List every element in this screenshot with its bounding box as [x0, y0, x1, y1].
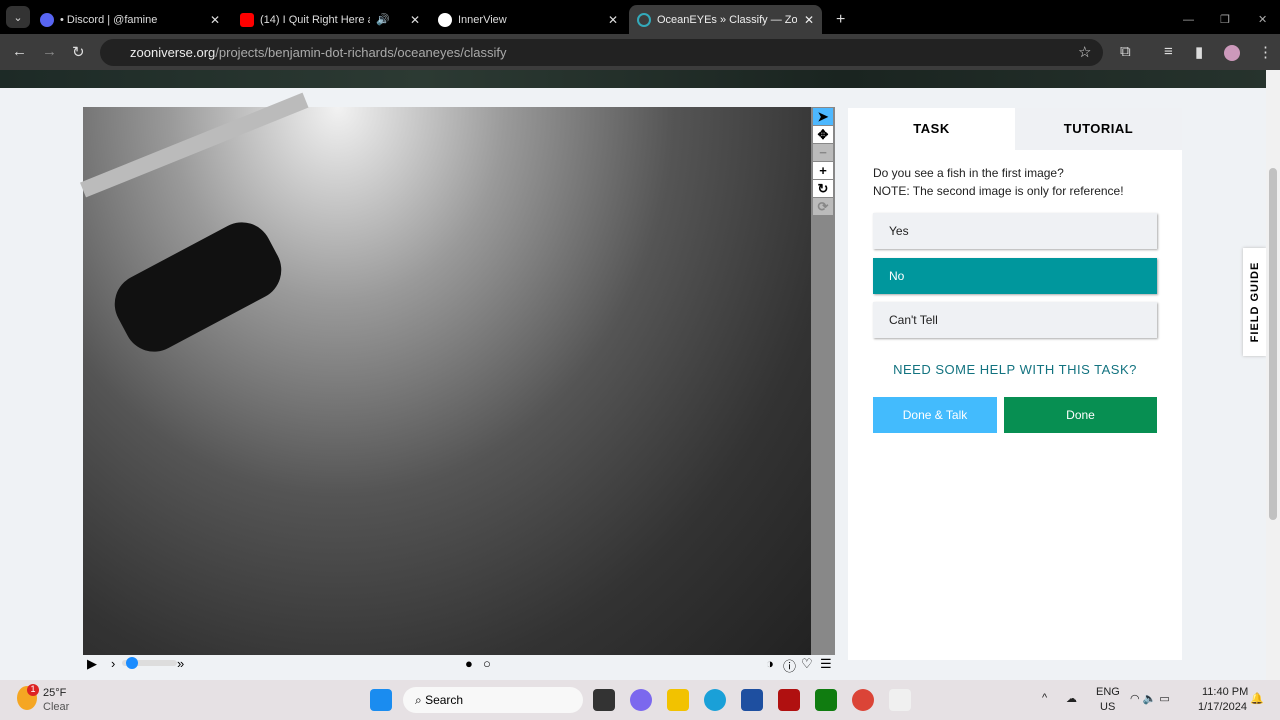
wifi-icon[interactable]: ◠ 🔈 ▭: [1130, 692, 1170, 705]
browser-tab-bar: ⌄ • Discord | @famine ✕ (14) I Quit Right…: [0, 0, 1280, 34]
tab-title: InnerView: [458, 13, 507, 26]
search-label: Search: [425, 693, 464, 707]
tray-chevron-icon[interactable]: ^: [1042, 692, 1047, 704]
project-header-banner: [0, 70, 1266, 88]
zoom-in-icon[interactable]: +: [813, 162, 833, 179]
close-icon[interactable]: ✕: [210, 13, 220, 27]
extensions-icon[interactable]: ⧉: [1120, 43, 1131, 60]
back-icon[interactable]: ←: [12, 43, 27, 60]
task-panel: TASK TUTORIAL Do you see a fish in the f…: [848, 108, 1182, 660]
tab-title: (14) I Quit Right Here and R: [260, 13, 370, 26]
close-icon[interactable]: ✕: [410, 13, 420, 27]
language[interactable]: ENG: [1096, 686, 1120, 698]
new-tab-button[interactable]: +: [828, 5, 853, 34]
slider-thumb[interactable]: [126, 657, 138, 669]
done-and-talk-button[interactable]: Done & Talk: [873, 397, 997, 433]
clock-time[interactable]: 11:40 PM: [1202, 686, 1248, 698]
chrome-icon[interactable]: [852, 689, 874, 711]
play-icon[interactable]: ▶: [87, 656, 97, 672]
page-scrollbar[interactable]: [1266, 70, 1280, 680]
taskbar-search[interactable]: ⌕ Search: [403, 687, 583, 713]
xbox-icon[interactable]: [815, 689, 837, 711]
weather-temp: 25°F: [43, 687, 67, 699]
reset-icon[interactable]: ⟳: [813, 198, 833, 215]
notification-bell-icon[interactable]: 🔔: [1250, 692, 1264, 705]
subject-image[interactable]: [80, 92, 811, 655]
minimize-button[interactable]: —: [1175, 5, 1202, 34]
answer-yes[interactable]: Yes: [873, 213, 1157, 249]
pan-icon[interactable]: ✥: [813, 126, 833, 143]
zooniverse-icon: [637, 12, 651, 27]
app-icon[interactable]: [778, 689, 800, 711]
tab-youtube[interactable]: (14) I Quit Right Here and R 🔊 ✕: [232, 5, 428, 34]
need-help-link[interactable]: NEED SOME HELP WITH THIS TASK?: [873, 362, 1157, 377]
frame-dot-1[interactable]: ●: [465, 656, 473, 671]
tab-title: OceanEYEs » Classify — Zooniverse: [657, 13, 797, 26]
url-domain: zooniverse.org: [130, 45, 216, 60]
probe-arm: [80, 92, 309, 198]
question-text: Do you see a fish in the first image?: [873, 166, 1064, 180]
file-explorer-icon[interactable]: [667, 689, 689, 711]
menu-icon[interactable]: ⋮: [1258, 43, 1273, 61]
field-guide-tab[interactable]: FIELD GUIDE: [1243, 248, 1266, 356]
image-toolbar: ➤ ✥ − + ↻ ⟳: [811, 107, 835, 655]
answer-no[interactable]: No: [873, 258, 1157, 294]
tab-task[interactable]: TASK: [848, 108, 1015, 150]
edge-icon[interactable]: [704, 689, 726, 711]
tab-title: • Discord | @famine: [60, 13, 158, 26]
favorite-heart-icon[interactable]: ♡: [801, 656, 813, 672]
bookmark-star-icon[interactable]: ☆: [1078, 43, 1091, 61]
media-icon[interactable]: ≡: [1164, 43, 1173, 60]
collections-icon[interactable]: ☰: [820, 656, 832, 672]
tab-search-button[interactable]: ⌄: [6, 6, 30, 28]
pointer-icon[interactable]: ➤: [813, 108, 833, 125]
forward-icon[interactable]: →: [42, 43, 57, 60]
discord-icon: [40, 12, 54, 27]
url-path: /projects/benjamin-dot-richards/oceaneye…: [215, 45, 507, 60]
reload-icon[interactable]: ↻: [72, 43, 85, 61]
weather-icon[interactable]: 1: [17, 684, 39, 710]
step-icon[interactable]: ›: [111, 656, 115, 671]
windows-taskbar: 1 25°F Clear ⌕ Search ^ ☁ ENG US ◠ 🔈 ▭ 1…: [0, 680, 1280, 720]
tab-oceaneyes[interactable]: OceanEYEs » Classify — Zooniverse ✕: [629, 5, 822, 34]
close-icon[interactable]: ✕: [608, 13, 618, 27]
tab-tutorial[interactable]: TUTORIAL: [1015, 108, 1182, 150]
tab-innerview[interactable]: InnerView ✕: [430, 5, 626, 34]
region[interactable]: US: [1100, 701, 1115, 713]
weather-desc: Clear: [43, 701, 70, 713]
search-icon: ⌕: [415, 693, 426, 707]
speed-slider[interactable]: [122, 657, 177, 669]
profile-avatar[interactable]: [1224, 45, 1240, 61]
answer-cant-tell[interactable]: Can't Tell: [873, 302, 1157, 338]
url-field[interactable]: zooniverse.org/projects/benjamin-dot-ric…: [100, 39, 1103, 66]
weather-badge: 1: [27, 684, 39, 696]
rotate-icon[interactable]: ↻: [813, 180, 833, 197]
teams-icon[interactable]: [630, 689, 652, 711]
fast-forward-icon[interactable]: »: [177, 656, 184, 671]
zoom-out-icon[interactable]: −: [813, 144, 833, 161]
clock-date[interactable]: 1/17/2024: [1198, 701, 1247, 713]
invert-icon[interactable]: ◑: [766, 656, 774, 671]
window-close-button[interactable]: ✕: [1250, 5, 1275, 34]
store-icon[interactable]: [741, 689, 763, 711]
snipping-tool-icon[interactable]: [889, 689, 911, 711]
tab-discord[interactable]: • Discord | @famine ✕: [32, 5, 228, 34]
onedrive-icon[interactable]: ☁: [1066, 692, 1077, 705]
done-button[interactable]: Done: [1004, 397, 1157, 433]
task-view-icon[interactable]: [593, 689, 615, 711]
scrollbar-thumb[interactable]: [1269, 168, 1277, 520]
frame-dot-2[interactable]: ○: [483, 656, 491, 671]
note-text: NOTE: The second image is only for refer…: [873, 184, 1124, 198]
task-question: Do you see a fish in the first image? NOT…: [873, 164, 1124, 200]
start-icon[interactable]: [370, 689, 392, 711]
close-icon[interactable]: ✕: [804, 13, 814, 27]
camera-cylinder: [104, 211, 292, 363]
speaker-icon[interactable]: 🔊: [376, 13, 390, 26]
info-icon[interactable]: ⓘ: [783, 656, 796, 675]
field-guide-label: FIELD GUIDE: [1248, 261, 1261, 343]
innerview-icon: [438, 12, 452, 27]
maximize-button[interactable]: ❐: [1212, 5, 1238, 34]
youtube-icon: [240, 12, 254, 27]
sidepanel-icon[interactable]: ▮: [1195, 43, 1203, 61]
